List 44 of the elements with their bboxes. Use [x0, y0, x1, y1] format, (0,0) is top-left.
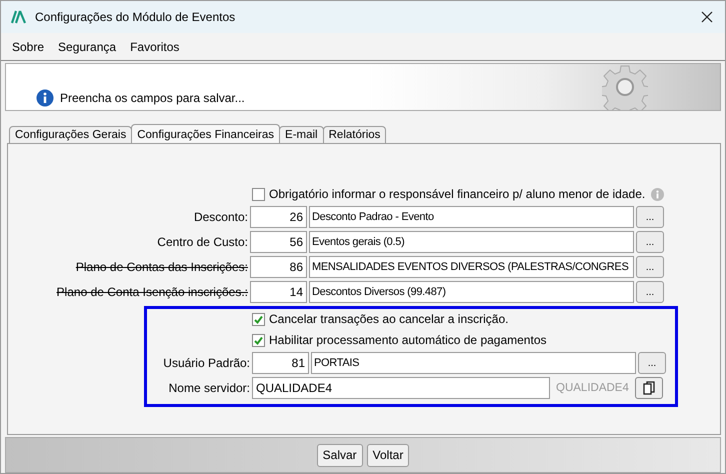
checkbox[interactable] [252, 334, 265, 346]
lookup-button[interactable]: ... [638, 352, 666, 374]
tab[interactable]: Configurações Gerais [9, 126, 132, 143]
code-field[interactable]: 86 [250, 256, 307, 278]
copy-icon [642, 381, 655, 395]
field-label: Usuário Padrão: [162, 356, 251, 370]
lookup-button[interactable]: ... [636, 206, 664, 228]
description-field[interactable]: Eventos gerais (0.5) [309, 231, 634, 253]
window-title: Configurações do Módulo de Eventos [35, 10, 236, 24]
checkbox[interactable] [252, 312, 265, 326]
checkbox-label: Cancelar transações ao cancelar a inscrição. [269, 312, 508, 326]
info-icon [36, 89, 54, 107]
close-icon[interactable] [701, 11, 713, 23]
field-label: Plano de Conta Isenção inscrições.: [56, 285, 249, 299]
description-field[interactable]: PORTAIS [311, 352, 636, 374]
code-field[interactable]: 56 [250, 231, 307, 253]
info-message: Preencha os campos para salvar... [60, 91, 246, 105]
tab[interactable]: Configurações Financeiras [131, 124, 280, 143]
logo-icon [11, 10, 27, 24]
menu-item[interactable]: Segurança [58, 40, 116, 54]
description-field[interactable]: MENSALIDADES EVENTOS DIVERSOS (PALESTRAS/CONGRES [309, 256, 634, 278]
menu-item[interactable]: Favoritos [130, 40, 180, 54]
field-label: Desconto: [192, 210, 249, 224]
server-name: QUALIDADE4 [556, 382, 629, 394]
checkbox-label: Obrigatório informar o responsável financeiro p/ aluno menor de idade. [269, 187, 646, 201]
field-label: Plano de Contas das Inscrições: [74, 260, 249, 274]
lookup-button[interactable]: ... [636, 256, 664, 278]
lookup-button[interactable]: ... [636, 281, 664, 303]
menu-item[interactable]: Sobre [12, 40, 44, 54]
footer-button[interactable]: Voltar [366, 444, 410, 466]
description-field[interactable]: Desconto Padrao - Evento [309, 206, 634, 228]
description-field[interactable]: Descontos Diversos (99.487) [309, 281, 634, 303]
code-field[interactable]: 26 [250, 206, 307, 228]
checkbox-label: Habilitar processamento automático de pagamentos [269, 333, 546, 347]
server-field[interactable]: QUALIDADE4 [252, 377, 550, 399]
footer-button[interactable]: Salvar [316, 444, 363, 466]
code-field[interactable]: 14 [250, 281, 307, 303]
checkbox[interactable] [252, 188, 265, 200]
copy-button[interactable] [634, 377, 663, 399]
lookup-button[interactable]: ... [636, 231, 664, 253]
code-field[interactable]: 81 [252, 352, 309, 374]
field-label: Nome servidor: [168, 381, 251, 395]
field-label: Centro de Custo: [156, 235, 249, 249]
tab[interactable]: Relatórios [322, 126, 386, 143]
